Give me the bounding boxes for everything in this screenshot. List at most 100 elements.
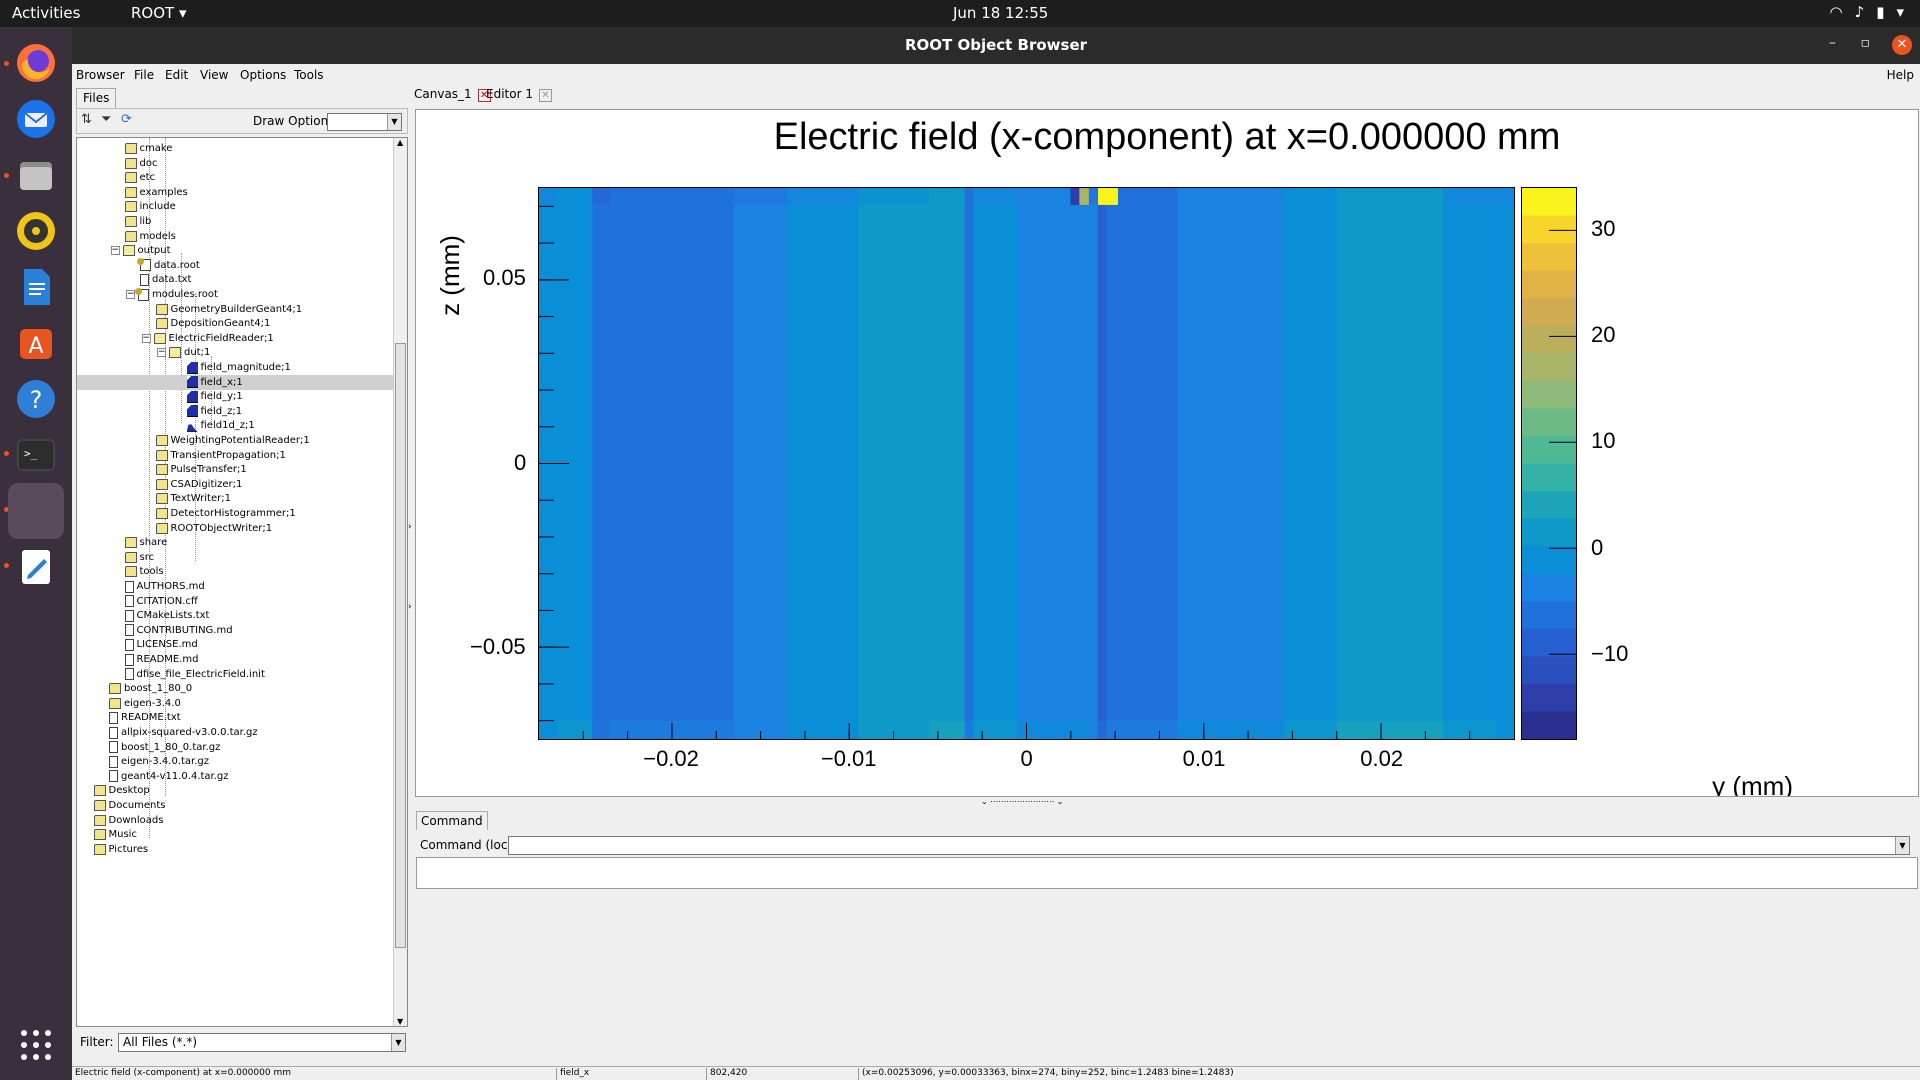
close-tab-icon[interactable]: ✕ [538, 89, 552, 102]
collapse-toggle-icon[interactable]: − [141, 333, 151, 343]
chevron-down-icon[interactable]: ▼ [391, 1034, 405, 1051]
tree-item[interactable]: Pictures [93, 842, 148, 857]
tree-item[interactable]: data.root [137, 258, 200, 273]
tree-item[interactable]: GeometryBuilderGeant4;1 [155, 302, 302, 317]
command-output[interactable] [416, 857, 1918, 889]
tree-item[interactable]: src [124, 550, 154, 565]
tab-editor[interactable]: Editor 1 ✕ [486, 87, 552, 102]
filter-combo[interactable]: All Files (*.*) ▼ [118, 1033, 406, 1052]
firefox-icon[interactable] [8, 35, 64, 91]
tree-item[interactable]: Desktop [93, 783, 150, 798]
tree-item[interactable]: doc [124, 156, 157, 171]
scroll-down-icon[interactable]: ▼ [397, 1017, 403, 1026]
draw-option-combo[interactable]: ▼ [327, 113, 402, 131]
refresh-icon[interactable]: ⟳ [121, 112, 132, 127]
horizontal-splitter[interactable]: ⌄ ⋯⋯⋯⋯⋯⋯⋯⋯ ⌄ [415, 797, 1919, 807]
app-menu[interactable]: ROOT ▾ [131, 4, 187, 22]
menu-view[interactable]: View [200, 68, 228, 82]
window-titlebar[interactable]: ROOT Object Browser – ▫ ✕ [72, 27, 1920, 64]
tree-item[interactable]: field_x;1 [77, 374, 393, 390]
tree-item[interactable]: include [124, 199, 176, 214]
heatmap-plot-area[interactable] [538, 187, 1515, 740]
plot-canvas[interactable]: Electric field (x-component) at x=0.0000… [415, 109, 1919, 797]
tree-item[interactable]: geant4-v11.0.4.tar.gz [109, 769, 229, 784]
tree-item[interactable]: − dut;1 [157, 345, 210, 360]
tree-item[interactable]: CITATION.cff [124, 594, 198, 609]
chevron-down-icon[interactable]: ▼ [387, 114, 401, 130]
tree-item[interactable]: WeightingPotentialReader;1 [155, 433, 310, 448]
tree-item[interactable]: allpix-squared-v3.0.0.tar.gz [109, 725, 258, 740]
app-grid-icon[interactable] [8, 1017, 64, 1073]
collapse-left-icon[interactable]: › [408, 602, 412, 612]
tree-item[interactable]: AUTHORS.md [124, 579, 205, 594]
chevron-down-icon[interactable]: ▼ [1895, 837, 1909, 854]
software-icon[interactable]: A [8, 315, 64, 371]
tree-item[interactable]: field_magnitude;1 [186, 360, 291, 375]
tree-item[interactable]: eigen-3.4.0.tar.gz [109, 754, 209, 769]
filter-icon[interactable]: ⏷ [101, 112, 111, 127]
tree-item[interactable]: README.md [124, 652, 199, 667]
menu-options[interactable]: Options [240, 68, 286, 82]
terminal-icon[interactable]: >_ [8, 427, 64, 483]
file-tree[interactable]: cmake doc etc examples include lib models − outp… [76, 137, 408, 1027]
tree-item[interactable]: TransientPropagation;1 [155, 448, 286, 463]
collapse-toggle-icon[interactable]: − [110, 246, 120, 256]
tree-item[interactable]: field1d_z;1 [186, 418, 255, 433]
menu-tools[interactable]: Tools [294, 68, 324, 82]
collapse-toggle-icon[interactable]: − [157, 348, 166, 358]
collapse-left-icon[interactable]: › [408, 522, 412, 532]
collapse-toggle-icon[interactable]: − [126, 290, 135, 299]
writer-icon[interactable] [8, 259, 64, 315]
tree-item[interactable]: LICENSE.md [124, 637, 198, 652]
tree-item[interactable]: − modules.root [126, 287, 218, 302]
tree-scrollbar[interactable]: ▲ ▼ [393, 138, 407, 1026]
maximize-button[interactable]: ▫ [1861, 35, 1871, 51]
menu-help[interactable]: Help [1887, 68, 1914, 82]
minimize-button[interactable]: – [1829, 35, 1836, 51]
tree-item[interactable]: field_y;1 [186, 389, 243, 404]
help-icon[interactable]: ? [8, 371, 64, 427]
tree-item[interactable]: Downloads [93, 813, 163, 828]
tree-item[interactable]: − output [110, 243, 170, 258]
tree-item[interactable]: CONTRIBUTING.md [124, 623, 233, 638]
close-button[interactable]: ✕ [1892, 35, 1912, 55]
tree-item[interactable]: − ElectricFieldReader;1 [141, 331, 274, 346]
tree-item[interactable]: data.txt [140, 272, 191, 287]
command-input[interactable]: ▼ [508, 836, 1910, 855]
files-icon[interactable] [8, 147, 64, 203]
tree-item[interactable]: share [124, 535, 167, 550]
scroll-thumb[interactable] [395, 343, 406, 948]
menu-browser[interactable]: Browser [76, 68, 125, 82]
tree-item[interactable]: DetectorHistogrammer;1 [155, 506, 296, 521]
tab-command[interactable]: Command [416, 811, 488, 830]
tree-item[interactable]: etc [124, 170, 155, 185]
tree-item[interactable]: cmake [124, 141, 172, 156]
tree-item[interactable]: Documents [93, 798, 166, 813]
system-tray[interactable]: ◠ ♪ ▮ ▾ [1830, 3, 1904, 21]
tree-item[interactable]: README.txt [109, 710, 181, 725]
tree-item[interactable]: tools [124, 564, 164, 579]
tree-item[interactable]: PulseTransfer;1 [155, 462, 247, 477]
clock[interactable]: Jun 18 12:55 [953, 4, 1048, 22]
thunderbird-icon[interactable] [8, 91, 64, 147]
menu-edit[interactable]: Edit [165, 68, 188, 82]
tree-item[interactable]: CSADigitizer;1 [155, 477, 242, 492]
tree-item[interactable]: boost_1_80_0 [109, 681, 192, 696]
tab-canvas[interactable]: Canvas_1 ✕ [414, 87, 491, 102]
scroll-up-icon[interactable]: ▲ [397, 138, 403, 147]
activities-button[interactable]: Activities [12, 4, 80, 22]
tree-item[interactable]: CMakeLists.txt [124, 608, 209, 623]
root-app-icon[interactable] [8, 483, 64, 539]
tree-item[interactable]: examples [124, 185, 188, 200]
tree-item[interactable]: field_z;1 [186, 404, 242, 419]
tree-item[interactable]: lib [124, 214, 151, 229]
tree-item[interactable]: models [124, 229, 176, 244]
text-editor-icon[interactable] [8, 539, 64, 595]
tree-item[interactable]: eigen-3.4.0 [109, 696, 181, 711]
tree-item[interactable]: TextWriter;1 [155, 491, 231, 506]
menu-file[interactable]: File [134, 68, 154, 82]
tree-item[interactable]: ROOTObjectWriter;1 [155, 521, 272, 536]
tree-item[interactable]: DepositionGeant4;1 [155, 316, 270, 331]
sort-icon[interactable]: ⇅ [81, 112, 92, 127]
tree-item[interactable]: boost_1_80_0.tar.gz [109, 740, 220, 755]
